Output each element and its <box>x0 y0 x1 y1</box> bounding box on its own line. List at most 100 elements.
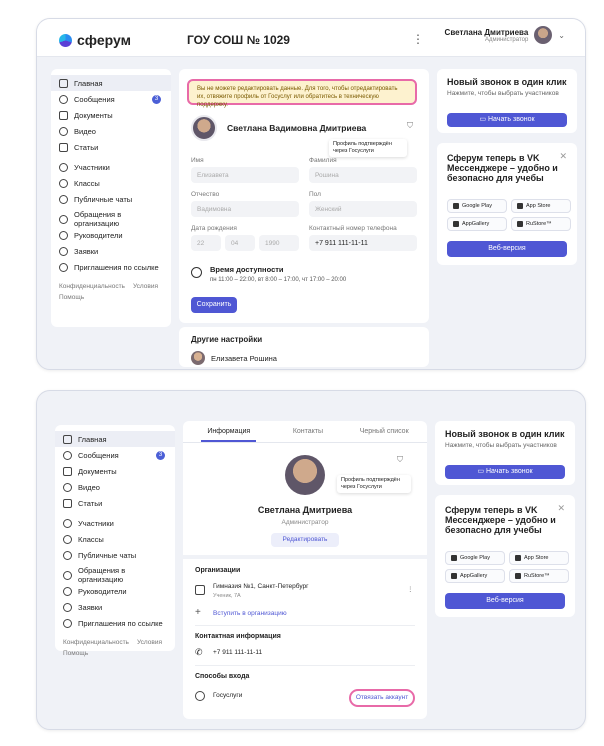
start-call-button[interactable]: ▭ Начать звонок <box>445 465 565 479</box>
sidebar-item-appeals[interactable]: Обращения в организацию <box>55 566 175 584</box>
sidebar-item-documents[interactable]: Документы <box>51 107 171 123</box>
chat-icon <box>63 450 72 460</box>
phone-field[interactable]: +7 911 111-11-11 <box>309 235 417 251</box>
close-icon[interactable]: ✕ <box>559 151 567 162</box>
sidebar-item-requests[interactable]: Заявки <box>55 599 175 615</box>
sidebar-item-classes[interactable]: Классы <box>55 531 175 547</box>
sidebar-item-classes[interactable]: Классы <box>51 175 171 191</box>
birth-month-field[interactable]: 04 <box>225 235 255 251</box>
sidebar-item-invites[interactable]: Приглашения по ссылке <box>51 259 171 275</box>
other-settings-card: Другие настройки Елизавета Рошина <box>179 327 429 367</box>
sidebar-item-articles[interactable]: Статьи <box>55 495 175 511</box>
tab-blacklist[interactable]: Черный список <box>360 428 409 435</box>
web-version-button[interactable]: Веб-версия <box>445 593 565 609</box>
call-card: Новый звонок в один клик Нажмите, чтобы … <box>435 421 575 485</box>
last-name-field[interactable]: Рошина <box>309 167 417 183</box>
rustore-button[interactable]: RuStore™ <box>509 569 569 583</box>
birth-date-label: Дата рождения <box>191 225 237 232</box>
privacy-link[interactable]: Конфиденциальность <box>63 639 129 646</box>
sidebar-item-managers[interactable]: Руководители <box>55 583 175 599</box>
apple-icon <box>515 555 521 561</box>
tab-information[interactable]: Информация <box>201 422 257 442</box>
avatar[interactable] <box>191 115 217 141</box>
sidebar-item-label: Заявки <box>78 602 103 612</box>
sidebar-item-messages[interactable]: Сообщения 3 <box>55 447 175 463</box>
logo[interactable]: сферум <box>59 32 131 48</box>
more-icon[interactable]: ⋮ <box>412 32 424 46</box>
sidebar-item-home[interactable]: Главная <box>51 75 171 91</box>
sidebar-item-label: Руководители <box>78 586 127 596</box>
edit-profile-button[interactable]: Редактировать <box>271 533 339 547</box>
sidebar-item-appeals[interactable]: Обращения в организацию <box>51 210 171 228</box>
store-label: Google Play <box>462 203 492 209</box>
other-user-row[interactable]: Елизавета Рошина <box>191 351 277 365</box>
join-org-link[interactable]: Вступить в организацию <box>213 610 287 617</box>
google-play-button[interactable]: Google Play <box>447 199 507 213</box>
sidebar-item-documents[interactable]: Документы <box>55 463 175 479</box>
verified-shield-icon[interactable]: ⛉ <box>407 121 413 131</box>
sidebar-item-articles[interactable]: Статьи <box>51 139 171 155</box>
sidebar-item-members[interactable]: Участники <box>55 515 175 531</box>
help-link[interactable]: Помощь <box>59 294 84 301</box>
sidebar-item-home[interactable]: Главная <box>55 431 175 447</box>
app-store-button[interactable]: App Store <box>511 199 571 213</box>
appgallery-button[interactable]: AppGallery <box>447 217 507 231</box>
sidebar-item-label: Классы <box>74 178 100 188</box>
sidebar-item-video[interactable]: Видео <box>55 479 175 495</box>
terms-link[interactable]: Условия <box>137 639 162 646</box>
gender-select[interactable]: Женский <box>309 201 417 217</box>
phone-label: Контактный номер телефона <box>309 225 397 232</box>
save-button[interactable]: Сохранить <box>191 297 237 313</box>
first-name-label: Имя <box>191 157 204 164</box>
start-call-button[interactable]: ▭ Начать звонок <box>447 113 567 127</box>
help-link[interactable]: Помощь <box>63 650 88 657</box>
app-store-button[interactable]: App Store <box>509 551 569 565</box>
org-name[interactable]: Гимназия №1, Санкт-Петербург <box>213 583 309 590</box>
sidebar: Главная Сообщения 3 Документы Видео Стать… <box>51 69 171 327</box>
google-play-icon <box>453 203 459 209</box>
sidebar-item-label: Приглашения по ссылке <box>74 262 159 272</box>
appgallery-button[interactable]: AppGallery <box>445 569 505 583</box>
web-version-button[interactable]: Веб-версия <box>447 241 567 257</box>
start-call-label: Начать звонок <box>486 468 533 475</box>
birth-day-field[interactable]: 22 <box>191 235 221 251</box>
sidebar-item-public-chats[interactable]: Публичные чаты <box>51 191 171 207</box>
sidebar-item-messages[interactable]: Сообщения 3 <box>51 91 171 107</box>
start-call-label: Начать звонок <box>488 116 535 123</box>
terms-link[interactable]: Условия <box>133 283 158 290</box>
avatar[interactable] <box>285 455 325 495</box>
sidebar-item-requests[interactable]: Заявки <box>51 243 171 259</box>
first-name-field[interactable]: Елизавета <box>191 167 299 183</box>
google-play-button[interactable]: Google Play <box>445 551 505 565</box>
tab-contacts[interactable]: Контакты <box>293 428 323 435</box>
user-menu[interactable]: Светлана Дмитриева Администратор ⌄ <box>445 26 565 44</box>
patronymic-field[interactable]: Вадимовна <box>191 201 299 217</box>
sidebar-item-label: Статьи <box>74 142 99 152</box>
unlink-account-button[interactable]: Отвязать аккаунт <box>349 689 415 707</box>
warning-banner: Вы не можете редактировать данные. Для т… <box>187 79 417 108</box>
birth-year-field[interactable]: 1990 <box>259 235 299 251</box>
sidebar-item-public-chats[interactable]: Публичные чаты <box>55 547 175 563</box>
sidebar-item-managers[interactable]: Руководители <box>51 227 171 243</box>
sidebar-item-label: Главная <box>74 78 103 88</box>
classes-icon <box>59 178 68 188</box>
users-icon <box>59 162 68 172</box>
privacy-link[interactable]: Конфиденциальность <box>59 283 125 290</box>
more-icon[interactable]: ⋮ <box>407 585 414 593</box>
rustore-button[interactable]: RuStore™ <box>511 217 571 231</box>
sidebar-item-invites[interactable]: Приглашения по ссылке <box>55 615 175 631</box>
sidebar-item-label: Видео <box>78 482 100 492</box>
sidebar-item-video[interactable]: Видео <box>51 123 171 139</box>
clock-icon <box>191 267 202 278</box>
promo-title: Сферум теперь в VK Мессенджере – удобно … <box>447 153 558 183</box>
verified-shield-icon[interactable]: ⛉ <box>397 455 403 465</box>
sidebar-item-members[interactable]: Участники <box>51 159 171 175</box>
availability[interactable]: Время доступности пн 11:00 – 22:00, вт 8… <box>191 265 346 283</box>
profile-full-name: Светлана Вадимовна Дмитриева <box>227 123 367 133</box>
contact-phone: +7 911 111-11-11 <box>213 649 263 656</box>
link-icon <box>63 618 72 628</box>
play-icon <box>59 126 68 136</box>
close-icon[interactable]: ✕ <box>557 503 565 514</box>
building-icon <box>195 585 205 595</box>
appgallery-icon <box>453 221 459 227</box>
